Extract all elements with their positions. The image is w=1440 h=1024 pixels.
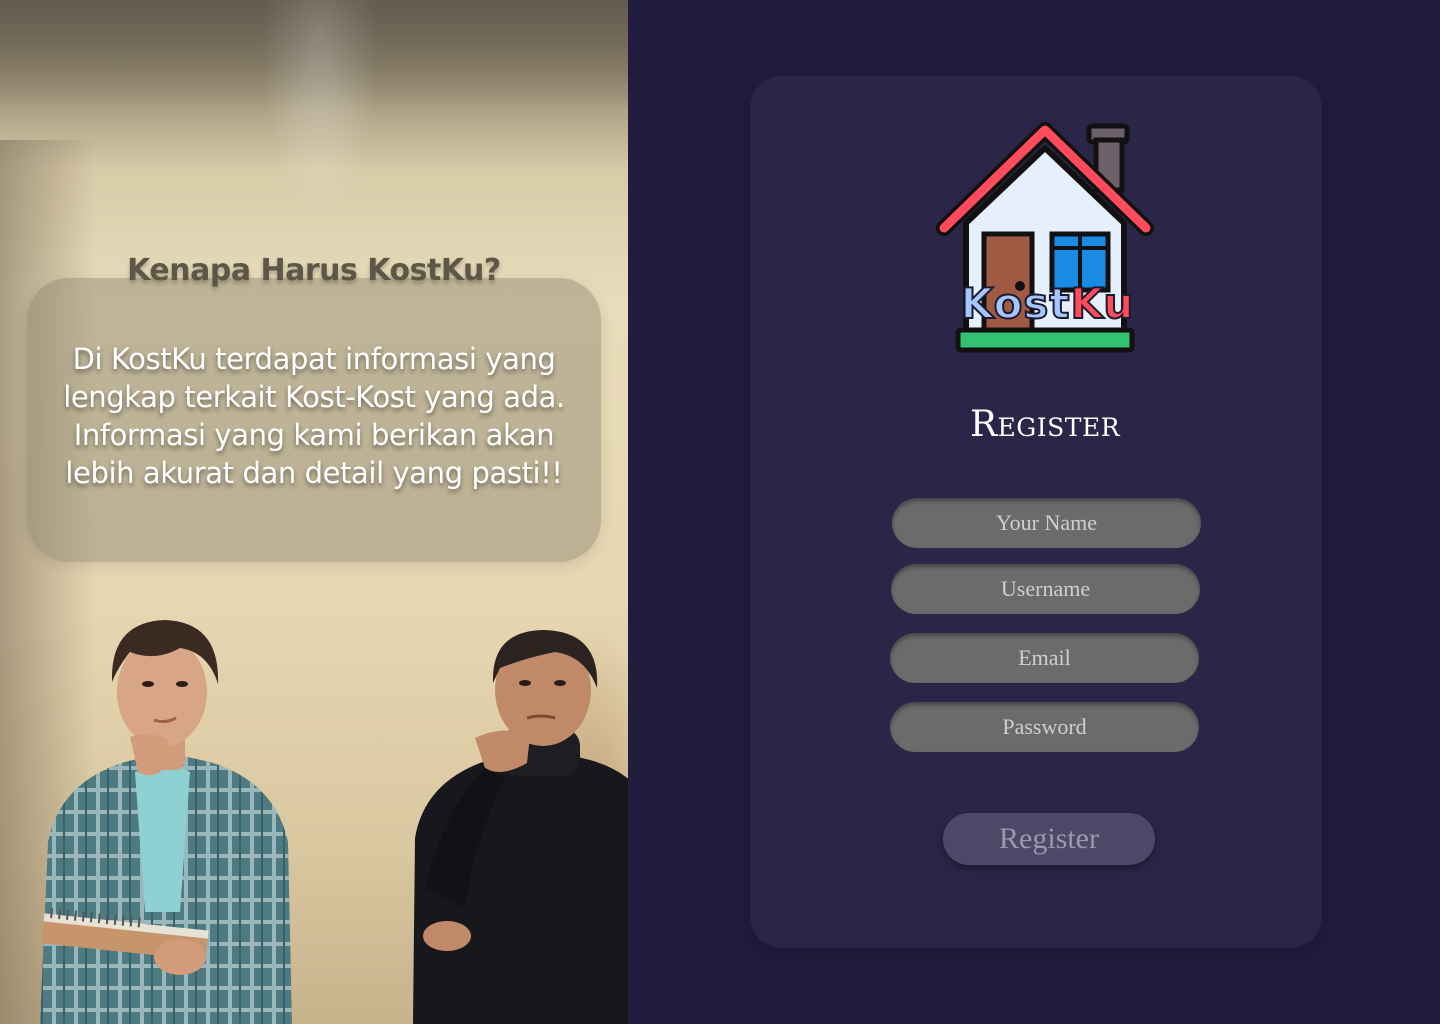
brand-logo-part-ku: Ku bbox=[1070, 278, 1135, 329]
info-heading: Kenapa Harus KostKu? bbox=[127, 253, 501, 288]
register-page: Kenapa Harus KostKu? Di KostKu terdapat … bbox=[0, 0, 1440, 1024]
info-text: Di KostKu terdapat informasi yang lengka… bbox=[63, 342, 565, 490]
password-input[interactable] bbox=[890, 702, 1199, 752]
email-input[interactable] bbox=[890, 633, 1199, 683]
thinking-man-black-sweater-image bbox=[413, 630, 628, 1024]
register-button[interactable]: Register bbox=[943, 813, 1155, 865]
brand-logo-text: KostKu bbox=[950, 276, 1145, 332]
username-input[interactable] bbox=[891, 564, 1200, 614]
brand-logo-part-kost: Kost bbox=[960, 278, 1071, 329]
background-shade bbox=[0, 0, 628, 110]
form-title: Register bbox=[969, 404, 1121, 445]
name-input[interactable] bbox=[892, 498, 1201, 548]
promo-panel: Kenapa Harus KostKu? Di KostKu terdapat … bbox=[0, 0, 628, 1024]
thinking-man-with-notebook-image bbox=[40, 620, 292, 1024]
